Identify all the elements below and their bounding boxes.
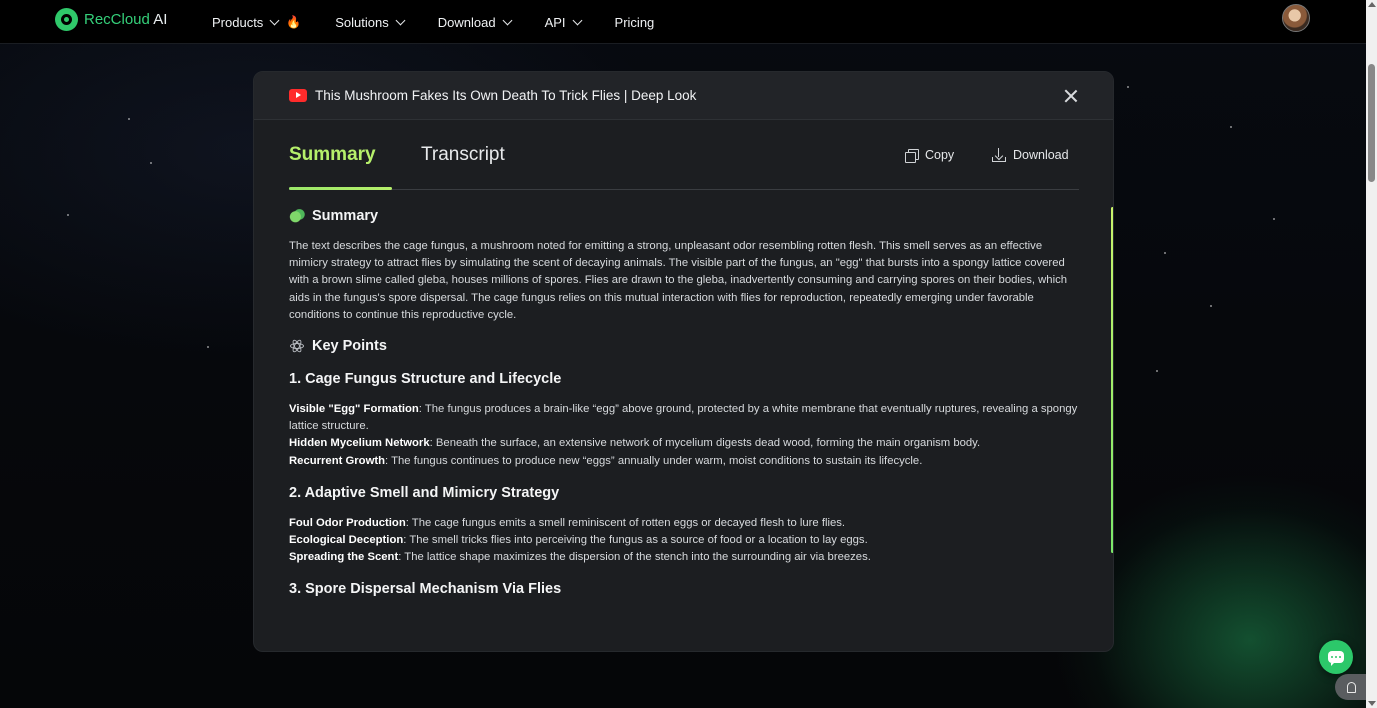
star — [1164, 252, 1166, 254]
star — [207, 346, 209, 348]
chat-button[interactable] — [1319, 640, 1353, 674]
summary-heading: Summary — [289, 208, 1081, 224]
bullet-item: Hidden Mycelium Network: Beneath the sur… — [289, 437, 981, 450]
point-bullets: Visible "Egg" Formation: The fungus prod… — [289, 401, 1081, 470]
point-title: 1. Cage Fungus Structure and Lifecycle — [289, 371, 562, 388]
close-icon[interactable] — [1061, 86, 1081, 106]
bullet-item: Spreading the Scent: The lattice shape m… — [289, 551, 871, 564]
scrollbar-thumb[interactable] — [1368, 64, 1375, 182]
bullet-item: Recurrent Growth: The fungus continues t… — [289, 454, 923, 467]
star — [1273, 218, 1275, 220]
chat-icon — [1328, 651, 1344, 666]
youtube-icon — [289, 89, 307, 102]
page: RecCloud AI Products 🔥 Solutions Downloa… — [0, 0, 1377, 708]
nav-item-solutions[interactable]: Solutions — [335, 14, 406, 30]
modal-tabs: Summary Transcript — [289, 142, 1079, 190]
leaf-icon — [289, 208, 305, 224]
top-navigation: RecCloud AI Products 🔥 Solutions Downloa… — [0, 0, 1366, 44]
nav-item-label: Solutions — [335, 14, 389, 30]
summary-heading-text: Summary — [312, 208, 379, 224]
download-icon — [992, 148, 1006, 162]
summary-content: Summary The text describes the cage fung… — [289, 207, 1081, 647]
copy-label: Copy — [925, 148, 955, 162]
brand-logo-link[interactable]: RecCloud AI — [55, 8, 167, 31]
nav-menu: Products 🔥 Solutions Download API Pricin… — [212, 0, 688, 44]
nav-item-download[interactable]: Download — [437, 14, 513, 30]
nav-item-api[interactable]: API — [544, 14, 582, 30]
download-label: Download — [1013, 148, 1069, 162]
copy-button[interactable]: Copy — [905, 148, 955, 163]
content-scrollbar[interactable] — [1111, 207, 1113, 553]
chevron-down-icon — [502, 15, 513, 25]
atom-icon — [289, 338, 305, 354]
star — [128, 118, 130, 120]
modal-header: This Mushroom Fakes Its Own Death To Tri… — [254, 72, 1113, 120]
scroll-up-icon[interactable] — [1368, 2, 1376, 7]
notification-tab[interactable] — [1335, 674, 1367, 700]
key-points-heading: Key Points — [289, 338, 1081, 354]
page-scrollbar[interactable] — [1366, 0, 1377, 708]
star — [67, 214, 69, 216]
chevron-down-icon — [269, 15, 280, 25]
summary-paragraph: The text describes the cage fungus, a mu… — [289, 240, 1068, 321]
summary-modal: This Mushroom Fakes Its Own Death To Tri… — [253, 71, 1114, 652]
star — [1156, 370, 1158, 372]
nav-item-label: Pricing — [614, 14, 655, 30]
scroll-down-icon[interactable] — [1368, 701, 1376, 706]
bullet-item: Ecological Deception: The smell tricks f… — [289, 534, 868, 547]
nav-item-products[interactable]: Products 🔥 — [212, 15, 301, 30]
star — [1210, 305, 1212, 307]
star — [1230, 126, 1232, 128]
fire-icon: 🔥 — [286, 15, 302, 29]
star — [1127, 86, 1129, 88]
video-title: This Mushroom Fakes Its Own Death To Tri… — [315, 88, 697, 103]
key-points-heading-text: Key Points — [312, 338, 387, 355]
star — [150, 162, 152, 164]
bullet-item: Visible "Egg" Formation: The fungus prod… — [289, 403, 1078, 433]
tab-summary[interactable]: Summary — [289, 144, 376, 166]
chevron-down-icon — [572, 15, 582, 25]
download-button[interactable]: Download — [992, 148, 1069, 162]
user-avatar[interactable] — [1282, 4, 1310, 32]
chevron-down-icon — [395, 15, 406, 25]
bullet-item: Foul Odor Production: The cage fungus em… — [289, 516, 846, 529]
nav-item-pricing[interactable]: Pricing — [615, 15, 655, 30]
nav-item-label: Products — [212, 14, 264, 30]
point-bullets: Foul Odor Production: The cage fungus em… — [289, 515, 1081, 567]
point-title: 2. Adaptive Smell and Mimicry Strategy — [289, 484, 560, 501]
copy-icon — [905, 148, 919, 163]
point-title: 3. Spore Dispersal Mechanism Via Flies — [289, 581, 562, 598]
brand-logo-icon — [55, 8, 78, 31]
nav-item-label: API — [544, 14, 566, 30]
nav-item-label: Download — [437, 14, 496, 30]
bell-icon — [1346, 681, 1356, 693]
active-tab-indicator — [289, 187, 392, 190]
brand-name: RecCloud AI — [84, 11, 168, 28]
tab-transcript[interactable]: Transcript — [421, 144, 505, 166]
